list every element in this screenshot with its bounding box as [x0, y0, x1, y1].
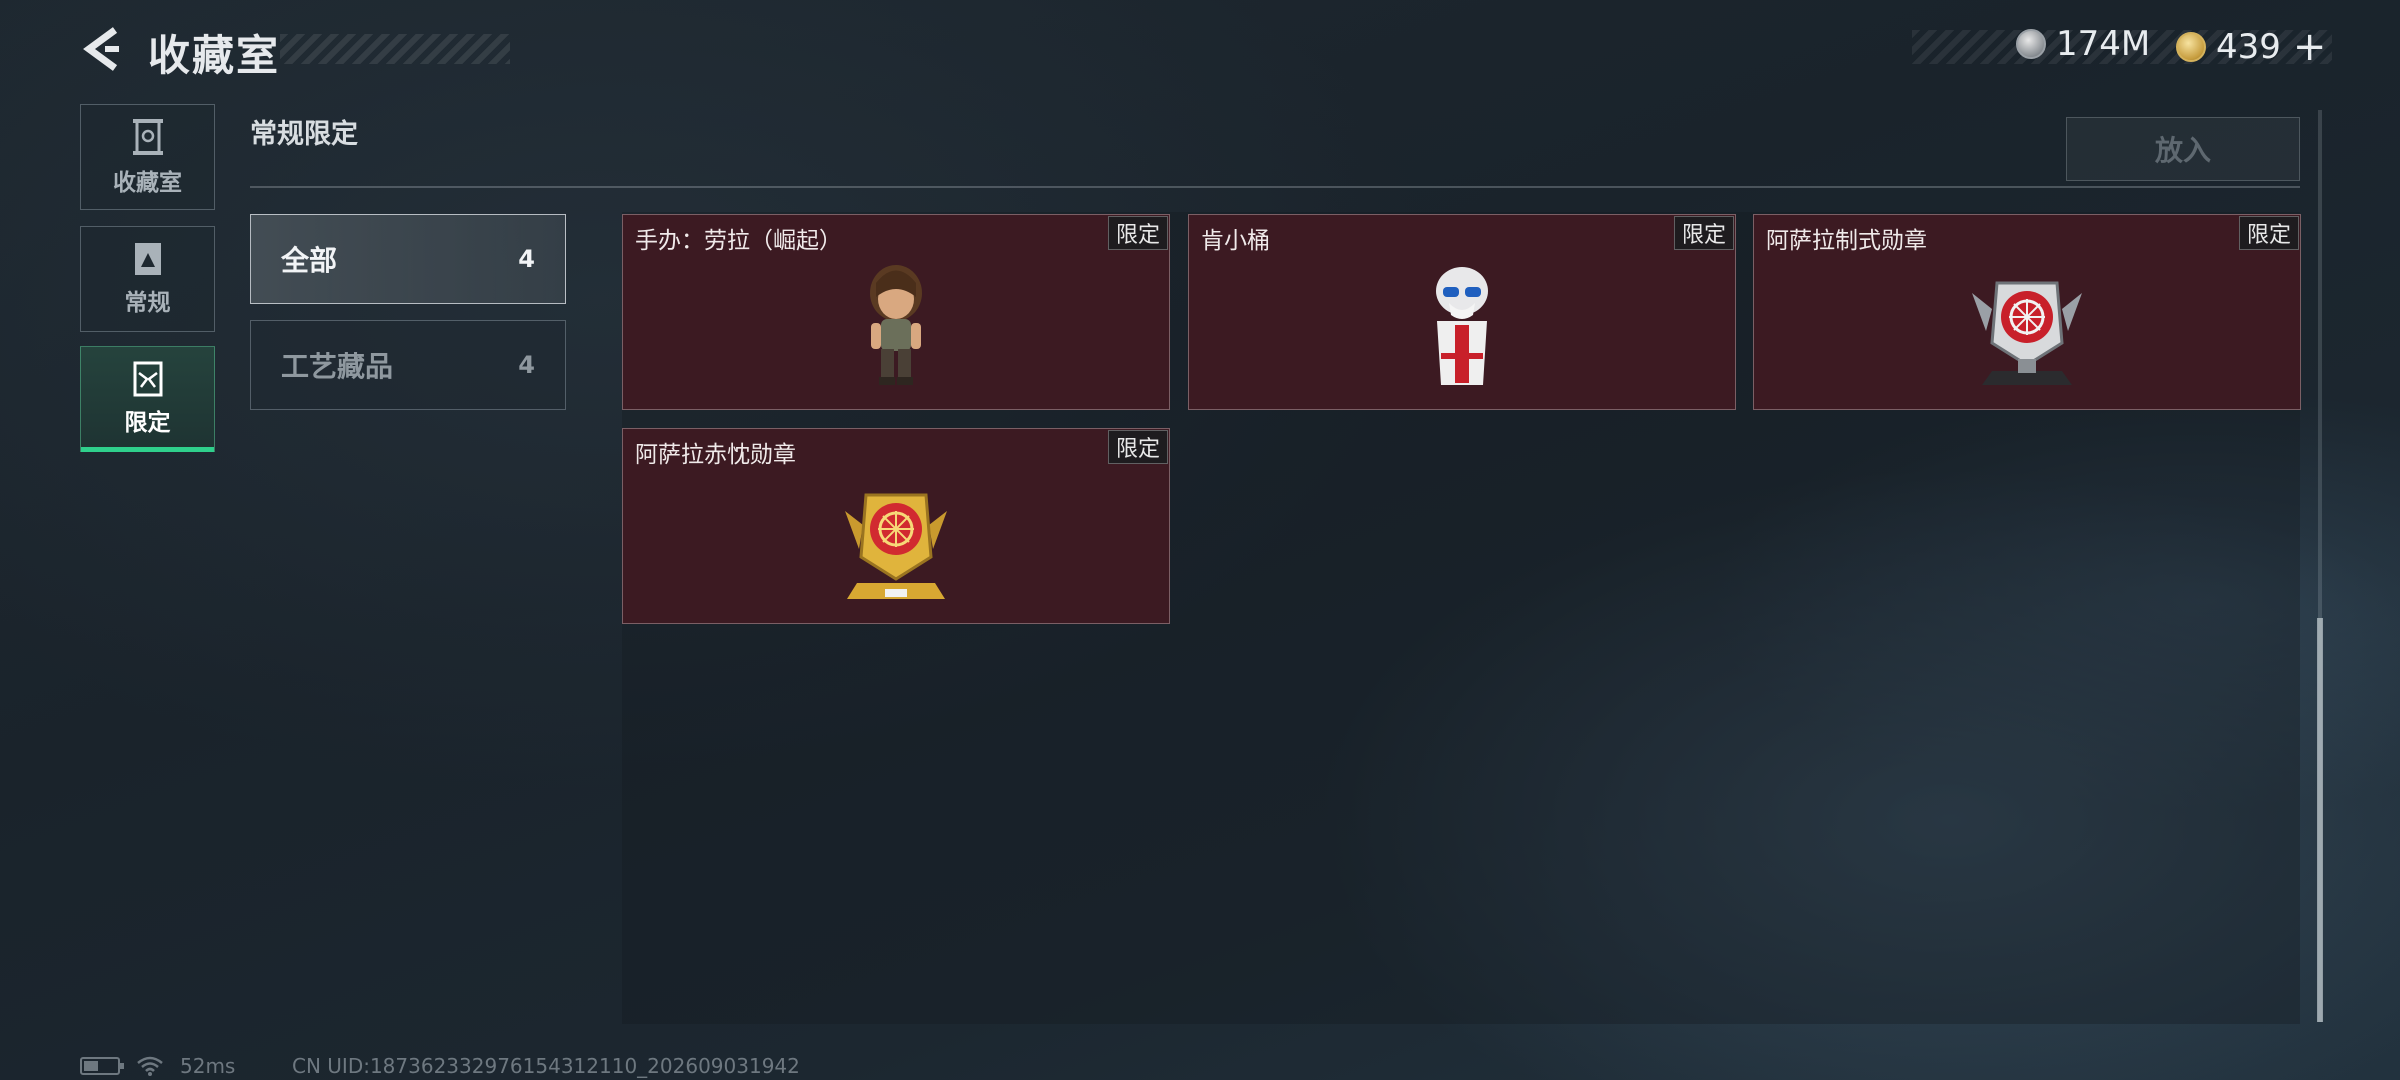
item-card[interactable]: 阿萨拉制式勋章 限定 [1753, 214, 2301, 410]
gold-currency[interactable]: 439 + [2176, 24, 2326, 70]
section-title: 常规限定 [250, 119, 358, 150]
limited-badge: 限定 [1108, 430, 1168, 464]
item-card[interactable]: 手办：劳拉（崛起） 限定 [622, 214, 1170, 410]
colonel-bucket-icon [1436, 267, 1488, 385]
limited-badge: 限定 [2239, 216, 2299, 250]
limited-icon [133, 361, 162, 397]
cabinet-icon [132, 119, 163, 155]
wifi-icon [137, 1056, 163, 1076]
user-uid: CN UID:1873623329761543121​10_2026090319… [292, 1054, 800, 1078]
side-tab-regular[interactable]: 常规 [80, 226, 215, 332]
side-tab-limited[interactable]: 限定 [80, 346, 215, 452]
filter-count: 4 [518, 351, 535, 379]
filter-label: 工艺藏品 [281, 350, 394, 383]
limited-badge: 限定 [1108, 216, 1168, 250]
back-arrow-icon [83, 27, 119, 71]
scrollbar-thumb[interactable] [2317, 618, 2323, 1022]
filter-count: 4 [518, 245, 535, 273]
item-name: 阿萨拉赤忱勋章 [635, 442, 796, 468]
gold-medal-icon [845, 493, 947, 599]
filter-label: 全部 [281, 244, 338, 277]
item-card[interactable]: 阿萨拉赤忱勋章 限定 [622, 428, 1170, 624]
item-name: 手办：劳拉（崛起） [635, 228, 842, 254]
lara-figure-icon [870, 265, 922, 385]
silver-currency: 174M [2016, 24, 2150, 64]
silver-currency-value: 174M [2056, 24, 2151, 64]
gold-currency-value: 439 [2216, 27, 2281, 67]
silver-coin-icon [2016, 29, 2046, 59]
item-name: 肯小桶 [1201, 228, 1270, 254]
section-divider [250, 186, 2300, 188]
status-footer: 52ms [80, 1054, 235, 1078]
red-medal-icon [1972, 281, 2082, 385]
gold-coin-icon [2176, 32, 2206, 62]
item-name: 阿萨拉制式勋章 [1766, 228, 1927, 254]
side-tab-label: 收藏室 [113, 170, 182, 196]
side-tab-label: 限定 [124, 410, 171, 436]
side-tab-label: 常规 [124, 290, 171, 316]
add-currency-button[interactable]: + [2293, 24, 2327, 70]
side-tab-collection-room[interactable]: 收藏室 [80, 104, 215, 210]
put-in-button[interactable]: 放入 [2066, 117, 2300, 181]
document-icon [134, 243, 161, 275]
battery-icon [80, 1057, 124, 1075]
back-button[interactable] [78, 26, 124, 72]
page-title: 收藏室 [148, 31, 281, 80]
filter-all[interactable]: 全部 4 [250, 214, 566, 304]
title-decoration [280, 34, 510, 64]
filter-craft-collectibles[interactable]: 工艺藏品 4 [250, 320, 566, 410]
limited-badge: 限定 [1674, 216, 1734, 250]
item-card[interactable]: 肯小桶 限定 [1188, 214, 1736, 410]
ping-value: 52ms [180, 1054, 236, 1078]
